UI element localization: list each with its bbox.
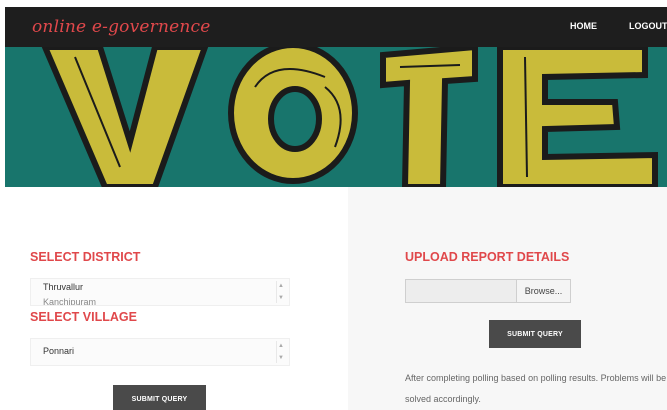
report-file-input[interactable]: Browse... xyxy=(405,279,571,303)
top-navbar: online e-governence HOME LOGOUT xyxy=(5,7,667,47)
scroll-up-icon[interactable]: ▲ xyxy=(278,283,284,289)
left-submit-query-button[interactable]: SUBMIT QUERY xyxy=(113,385,206,410)
village-title: SELECT VILLAGE xyxy=(30,310,137,324)
district-select[interactable]: Thruvallur Kanchipuram ▲ ▼ xyxy=(30,278,290,306)
right-submit-query-button[interactable]: SUBMIT QUERY xyxy=(489,320,581,348)
scroll-up-icon[interactable]: ▲ xyxy=(278,343,284,349)
village-option-selected[interactable]: Ponnari xyxy=(43,346,74,356)
page: online e-governence HOME LOGOUT SELECT D… xyxy=(0,0,667,410)
report-info-text: After completing polling based on pollin… xyxy=(405,373,667,404)
village-scroll-arrows[interactable]: ▲ ▼ xyxy=(276,341,285,363)
district-title: SELECT DISTRICT xyxy=(30,250,141,264)
district-option-selected[interactable]: Thruvallur xyxy=(43,282,83,292)
village-select[interactable]: Ponnari ▲ ▼ xyxy=(30,338,290,366)
scroll-down-icon[interactable]: ▼ xyxy=(278,295,284,301)
vote-banner-image xyxy=(41,47,658,187)
vote-banner xyxy=(5,47,667,187)
district-scroll-arrows[interactable]: ▲ ▼ xyxy=(276,281,285,303)
scroll-down-icon[interactable]: ▼ xyxy=(278,355,284,361)
upload-report-title: UPLOAD REPORT DETAILS xyxy=(405,250,570,264)
browse-button[interactable]: Browse... xyxy=(516,280,570,302)
brand-logo[interactable]: online e-governence xyxy=(32,17,211,37)
district-option-next[interactable]: Kanchipuram xyxy=(43,297,96,305)
nav-logout-link[interactable]: LOGOUT xyxy=(629,21,667,31)
nav-home-link[interactable]: HOME xyxy=(570,21,597,31)
